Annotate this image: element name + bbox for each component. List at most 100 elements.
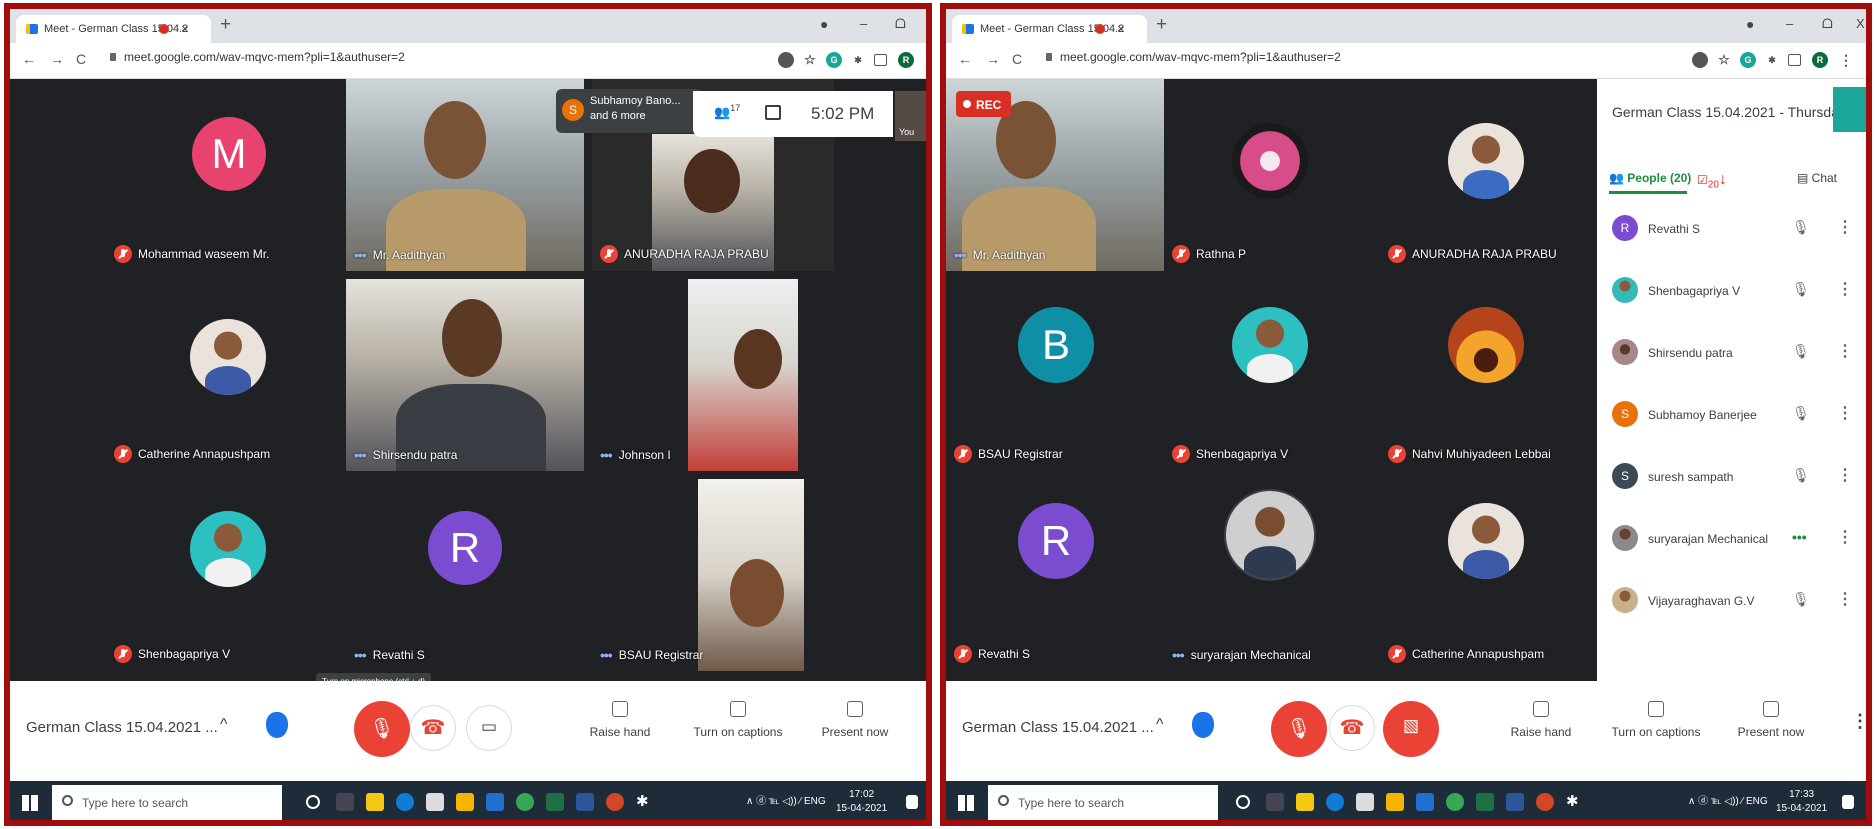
close-window-button[interactable]: X: [928, 16, 932, 31]
settings-gear-icon[interactable]: ✱: [1566, 792, 1584, 810]
participant-tile[interactable]: Shenbagapriya V: [1164, 279, 1380, 471]
leave-call-button[interactable]: ☎: [410, 705, 456, 751]
browser-tab-meet[interactable]: Meet - German Class 15.04.2 ×: [16, 15, 211, 43]
taskbar-clock[interactable]: 17:33 15-04-2021: [1776, 788, 1827, 816]
present-button[interactable]: Present now: [810, 701, 900, 739]
notifications-icon[interactable]: [1842, 795, 1854, 809]
raise-hand-button[interactable]: Raise hand: [1501, 701, 1581, 739]
more-options-icon[interactable]: ⋮: [1837, 341, 1853, 361]
settings-gear-icon[interactable]: ✱: [636, 792, 654, 810]
tab-tasks[interactable]: ☑20↓: [1697, 171, 1727, 190]
minimize-button[interactable]: –: [860, 16, 867, 31]
extensions-icon[interactable]: ✱: [850, 52, 866, 68]
tab-close-icon[interactable]: ×: [1117, 21, 1125, 36]
panel-close-button[interactable]: [1833, 87, 1866, 132]
participant-tile[interactable]: R ••• Revathi S: [346, 479, 584, 671]
taskbar-search[interactable]: Type here to search: [52, 785, 282, 820]
chrome-icon[interactable]: [516, 793, 534, 811]
self-view-tile[interactable]: You: [895, 91, 926, 141]
windows-start-icon[interactable]: [958, 795, 974, 811]
grammarly-extension-icon[interactable]: G: [1740, 52, 1756, 68]
participant-tile[interactable]: ••• Mr. Aadithyan: [346, 79, 584, 271]
participant-row[interactable]: S Subhamoy Banerjee 🎙 ⋮: [1597, 393, 1866, 453]
tab-people[interactable]: 👥 People (20): [1609, 171, 1691, 185]
taskbar-clock[interactable]: 17:02 15-04-2021: [836, 788, 887, 816]
participant-tile[interactable]: Shenbagapriya V: [106, 479, 338, 671]
browser-tab-meet[interactable]: Meet - German Class 15.04.2 ×: [952, 15, 1147, 43]
store-icon[interactable]: [426, 793, 444, 811]
task-view-icon[interactable]: [336, 793, 354, 811]
url-field[interactable]: meet.google.com/wav-mqvc-mem?pli=1&authu…: [1046, 50, 1341, 64]
powerpoint-icon[interactable]: [606, 793, 624, 811]
mail-icon[interactable]: [486, 793, 504, 811]
powerpoint-icon[interactable]: [1536, 793, 1554, 811]
grammarly-extension-icon[interactable]: G: [826, 52, 842, 68]
meeting-title[interactable]: German Class 15.04.2021 ...: [26, 719, 218, 736]
windows-start-icon[interactable]: [22, 795, 38, 811]
new-tab-button[interactable]: +: [220, 14, 231, 36]
extensions-icon[interactable]: ✱: [1764, 52, 1780, 68]
more-options-icon[interactable]: ⋮: [1837, 403, 1853, 423]
edge-icon[interactable]: [396, 793, 414, 811]
participant-tile[interactable]: B BSAU Registrar: [946, 279, 1164, 471]
participant-tile[interactable]: ••• BSAU Registrar: [592, 479, 834, 671]
captions-button[interactable]: Turn on captions: [1606, 701, 1706, 739]
mic-toggle-button[interactable]: 🎙: [1271, 701, 1327, 757]
profile-avatar[interactable]: R: [1812, 52, 1828, 68]
participant-tile[interactable]: R Revathi S: [946, 479, 1164, 671]
participant-tile[interactable]: ANURADHA RAJA PRABU: [1380, 79, 1596, 271]
participant-tile[interactable]: Catherine Annapushpam: [1380, 479, 1596, 671]
tab-chat[interactable]: ▤ Chat: [1797, 171, 1837, 185]
notifications-icon[interactable]: [906, 795, 918, 809]
participant-row[interactable]: Shirsendu patra 🎙 ⋮: [1597, 331, 1866, 391]
excel-icon[interactable]: [546, 793, 564, 811]
more-options-icon[interactable]: ⋮: [1851, 711, 1866, 732]
security-shield-icon[interactable]: [266, 712, 288, 738]
camera-icon[interactable]: [1692, 52, 1708, 68]
cast-icon[interactable]: [1788, 54, 1801, 66]
leave-call-button[interactable]: ☎: [1329, 705, 1375, 751]
more-options-icon[interactable]: ⋮: [1837, 217, 1853, 237]
profile-avatar[interactable]: R: [898, 52, 914, 68]
file-explorer-icon[interactable]: [366, 793, 384, 811]
security-shield-icon[interactable]: [1192, 712, 1214, 738]
more-options-icon[interactable]: ⋮: [1837, 589, 1853, 609]
camera-icon[interactable]: [778, 52, 794, 68]
meeting-title[interactable]: German Class 15.04.2021 ...: [962, 719, 1154, 736]
system-tray[interactable]: ∧ ⓓ ℡ ◁)) ⁄ ENG: [1688, 792, 1768, 807]
restore-button[interactable]: ᗝ: [1822, 16, 1833, 32]
minimize-button[interactable]: –: [1786, 16, 1793, 31]
back-icon[interactable]: ←: [22, 51, 36, 67]
store-icon[interactable]: [1356, 793, 1374, 811]
participant-row[interactable]: Vijayaraghavan G.V 🎙 ⋮: [1597, 579, 1866, 639]
participant-tile[interactable]: Rathna P: [1164, 79, 1380, 271]
forward-icon[interactable]: →: [986, 51, 1000, 67]
word-icon[interactable]: [1506, 793, 1524, 811]
participant-tile[interactable]: ••• Johnson I: [592, 279, 834, 471]
more-options-icon[interactable]: ⋮: [1837, 279, 1853, 299]
participant-row[interactable]: S suresh sampath 🎙 ⋮: [1597, 455, 1866, 515]
url-field[interactable]: meet.google.com/wav-mqvc-mem?pli=1&authu…: [110, 50, 405, 64]
camera-toggle-button[interactable]: ▧: [1383, 701, 1439, 757]
cortana-icon[interactable]: [1236, 795, 1250, 809]
back-icon[interactable]: ←: [958, 51, 972, 67]
chat-icon[interactable]: [765, 105, 781, 120]
more-options-icon[interactable]: ⋮: [1837, 527, 1853, 547]
account-dot-icon[interactable]: ●: [820, 16, 828, 32]
more-options-icon[interactable]: ⋮: [1837, 465, 1853, 485]
task-view-icon[interactable]: [1266, 793, 1284, 811]
file-explorer-icon[interactable]: [1296, 793, 1314, 811]
close-window-button[interactable]: X: [1856, 16, 1865, 31]
restore-button[interactable]: ᗝ: [895, 16, 906, 32]
participant-tile[interactable]: M Mohammad waseem Mr.: [106, 79, 338, 271]
participant-row[interactable]: suryarajan Mechanical ••• ⋮: [1597, 517, 1866, 577]
captions-button[interactable]: Turn on captions: [688, 701, 788, 739]
tab-close-icon[interactable]: ×: [181, 21, 189, 36]
sticky-notes-icon[interactable]: [1386, 793, 1404, 811]
chevron-up-icon[interactable]: ^: [220, 716, 228, 734]
chrome-icon[interactable]: [1446, 793, 1464, 811]
new-tab-button[interactable]: +: [1156, 14, 1167, 36]
chevron-up-icon[interactable]: ^: [1156, 716, 1164, 734]
taskbar-search[interactable]: Type here to search: [988, 785, 1218, 820]
participant-tile[interactable]: Nahvi Muhiyadeen Lebbai: [1380, 279, 1596, 471]
